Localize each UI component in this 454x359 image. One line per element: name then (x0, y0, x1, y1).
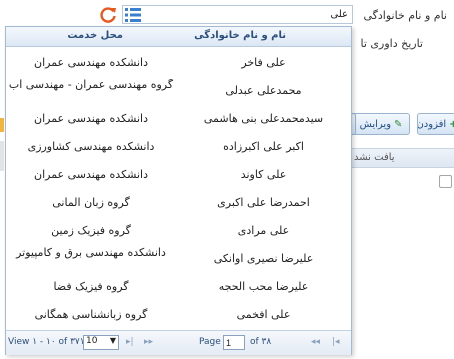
side-strip (0, 118, 4, 132)
first-page-icon[interactable]: ▸| (126, 337, 134, 347)
page-size-value: 10 (86, 336, 98, 346)
last-page-icon[interactable]: |◂ (332, 337, 340, 347)
next-page-icon[interactable]: ▸▸ (144, 337, 153, 347)
result-name: علی مرادی (237, 224, 290, 237)
result-name: علیرضا محب الحجه (218, 280, 309, 293)
page-number-input[interactable] (223, 335, 245, 350)
refresh-icon (100, 7, 116, 23)
result-unit: گروه فیزیک فضا (53, 280, 129, 293)
result-name: اکبر علی اکبرزاده (223, 140, 304, 153)
edit-button[interactable]: ✎ ویرایش (352, 113, 410, 135)
prev-page-icon[interactable]: ◂◂ (311, 337, 320, 347)
column-header-name: نام و نام خانوادگی (194, 30, 286, 41)
result-row[interactable]: علی مرادی گروه فیزیک زمین (6, 217, 351, 245)
page-label: Page (199, 337, 221, 347)
result-row[interactable]: سیدمحمدعلی بنی هاشمی دانشکده مهندسی عمران (6, 105, 351, 133)
page-size-select[interactable]: 10 ▼ (83, 335, 119, 350)
edit-icon: ✎ (394, 118, 403, 130)
result-row[interactable]: علیرضا محب الحجه گروه فیزیک فضا (6, 273, 351, 301)
result-row[interactable]: علی کاوند دانشکده مهندسی عمران (6, 161, 351, 189)
result-unit: دانشکده مهندسی کشاورزی (27, 140, 155, 153)
result-row[interactable]: علی فاخر دانشکده مهندسی عمران (6, 49, 351, 77)
dropdown-header: نام و نام خانوادگی محل خدمت (6, 27, 351, 47)
result-name: علی افخمی (236, 308, 291, 321)
list-icon (125, 8, 141, 22)
row-checkbox[interactable] (439, 175, 452, 188)
edit-button-label: ویرایش (359, 118, 392, 130)
result-unit: دانشکده مهندسی عمران (33, 56, 148, 69)
result-name: علیرضا نصیری اوانکی (213, 252, 314, 265)
result-name: علی کاوند (240, 168, 287, 181)
search-input[interactable] (122, 5, 353, 24)
result-row[interactable]: علی افخمی گروه زبانشناسی همگانی (6, 301, 351, 329)
add-button[interactable]: + افزودن (417, 113, 454, 135)
result-unit: دانشکده مهندسی برق و کامپیوتر (16, 247, 166, 259)
side-strip-gray (0, 141, 4, 171)
autocomplete-dropdown: نام و نام خانوادگی محل خدمت علی فاخر دانش… (5, 26, 352, 355)
chevron-down-icon: ▼ (109, 336, 116, 345)
result-row[interactable]: علیرضا نصیری اوانکی دانشکده مهندسی برق و … (6, 245, 351, 273)
result-unit: دانشکده مهندسی عمران (33, 112, 148, 125)
plus-icon: + (449, 119, 454, 130)
date-label: تاریخ داوری تا (360, 37, 423, 50)
page-of-text: of ۳۸ (250, 337, 272, 347)
result-row[interactable]: محمدعلی عبدلی گروه مهندسی عمران - مهندسی … (6, 77, 351, 105)
list-button[interactable] (123, 5, 143, 25)
result-unit: گروه مهندسی عمران - مهندسی آب (8, 79, 174, 91)
result-unit: دانشکده مهندسی عمران (33, 168, 148, 181)
grid-header-label: یافت نشد (354, 152, 395, 163)
result-name: علی فاخر (241, 56, 286, 69)
result-unit: گروه فیزیک زمین (51, 224, 131, 237)
result-name: سیدمحمدعلی بنی هاشمی (203, 112, 324, 125)
fullname-label: نام و نام خانوادگی (363, 9, 447, 22)
result-row[interactable]: اکبر علی اکبرزاده دانشکده مهندسی کشاورزی (6, 133, 351, 161)
result-name: محمدعلی عبدلی (225, 84, 302, 97)
refresh-button[interactable] (98, 5, 118, 25)
pager-view-text: View ۱ - ۱۰ of ۳۷۱ (8, 337, 85, 347)
add-button-label: افزودن (417, 118, 447, 130)
pager: View ۱ - ۱۰ of ۳۷۱ 10 ▼ ▸| ▸▸ Page of ۳۸… (6, 330, 351, 355)
result-name: احمدرضا علی اکبری (217, 196, 310, 209)
result-unit: گروه زبان المانی (52, 196, 130, 209)
result-row[interactable]: احمدرضا علی اکبری گروه زبان المانی (6, 189, 351, 217)
column-header-unit: محل خدمت (67, 30, 123, 41)
result-unit: گروه زبانشناسی همگانی (34, 308, 148, 321)
